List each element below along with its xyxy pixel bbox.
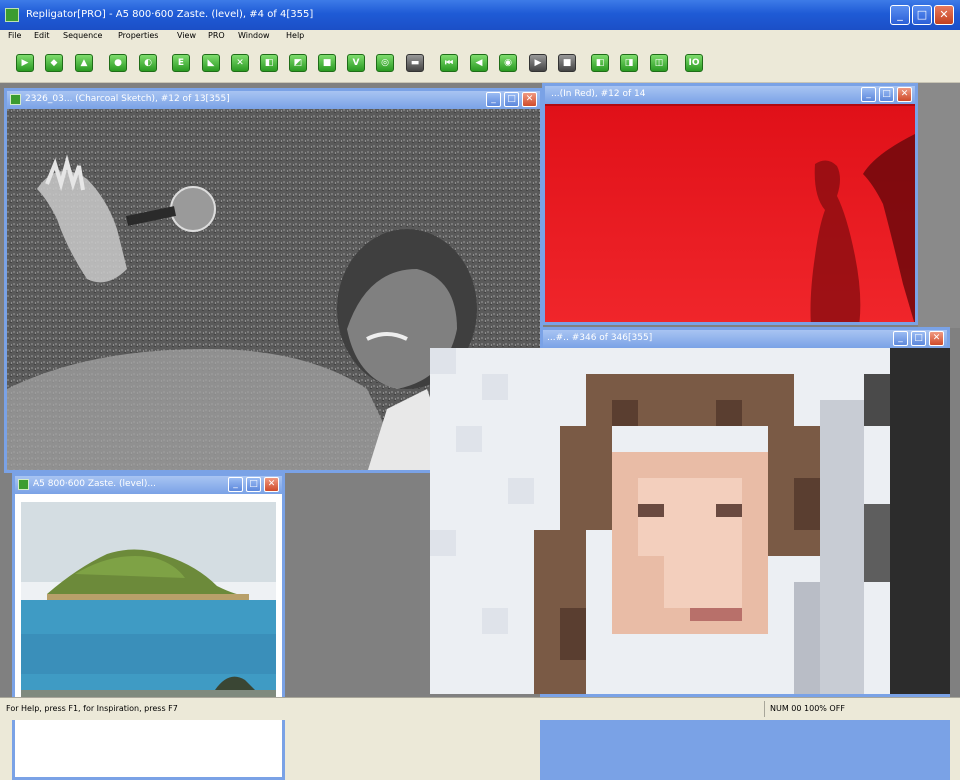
mdi-client-area: ...(In Red), #12 of 14 _ □ ✕ 2326_03... … bbox=[0, 83, 960, 780]
menu-view[interactable]: View bbox=[177, 31, 196, 40]
window-title: A5 800·600 Zaste. (level)... bbox=[33, 479, 156, 489]
toolbar-button[interactable]: ◨ bbox=[620, 54, 638, 72]
window-close-button[interactable]: ✕ bbox=[264, 477, 279, 492]
toolbar-button[interactable]: ▲ bbox=[75, 54, 93, 72]
menu-file[interactable]: File bbox=[8, 31, 21, 40]
pixel-portrait-canvas[interactable] bbox=[430, 348, 950, 694]
window-icon bbox=[10, 94, 21, 105]
menu-help[interactable]: Help bbox=[286, 31, 304, 40]
window-minimize-button[interactable]: _ bbox=[228, 477, 243, 492]
toolbar-button[interactable]: ◧ bbox=[591, 54, 609, 72]
toolbar-button[interactable]: ■ bbox=[318, 54, 336, 72]
toolbar-button[interactable]: ◧ bbox=[260, 54, 278, 72]
window-minimize-button[interactable]: _ bbox=[486, 92, 501, 107]
red-filter-window[interactable]: ...(In Red), #12 of 14 _ □ ✕ bbox=[542, 83, 918, 325]
mdi-background bbox=[918, 83, 960, 328]
menu-window[interactable]: Window bbox=[238, 31, 270, 40]
red-silhouette-image bbox=[545, 104, 915, 322]
window-maximize-button[interactable]: □ bbox=[879, 87, 894, 102]
island-window[interactable]: A5 800·600 Zaste. (level)... _ □ ✕ bbox=[12, 473, 285, 780]
window-close-button[interactable]: ✕ bbox=[897, 87, 912, 102]
window-titlebar[interactable]: ...(In Red), #12 of 14 _ □ ✕ bbox=[545, 86, 915, 104]
toolbar-button[interactable]: ● bbox=[109, 54, 127, 72]
menu-pro[interactable]: PRO bbox=[208, 31, 225, 40]
toolbar-button[interactable]: ◫ bbox=[650, 54, 668, 72]
status-bar: For Help, press F1, for Inspiration, pre… bbox=[0, 697, 960, 720]
red-image-canvas[interactable] bbox=[545, 104, 915, 322]
toolbar: ▶ ◆ ▲ ● ◐ E ◣ ✕ ◧ ◩ ■ V ◎ ▬ ⏮ ◀ ◉ ▶ ■ ◧ … bbox=[0, 44, 960, 83]
app-titlebar: Repligator[PRO] - A5 800·600 Zaste. (lev… bbox=[0, 0, 960, 30]
window-close-button[interactable]: ✕ bbox=[929, 331, 944, 346]
app-title: Repligator[PRO] - A5 800·600 Zaste. (lev… bbox=[26, 9, 314, 20]
status-help-text: For Help, press F1, for Inspiration, pre… bbox=[6, 704, 178, 713]
window-close-button[interactable]: ✕ bbox=[522, 92, 537, 107]
toolbar-button[interactable]: ✕ bbox=[231, 54, 249, 72]
minimize-button[interactable]: _ bbox=[890, 5, 910, 25]
toolbar-button[interactable]: ⏮ bbox=[440, 54, 458, 72]
window-icon bbox=[18, 479, 29, 490]
toolbar-button[interactable]: ▬ bbox=[406, 54, 424, 72]
window-minimize-button[interactable]: _ bbox=[893, 331, 908, 346]
window-maximize-button[interactable]: □ bbox=[504, 92, 519, 107]
toolbar-button[interactable]: ◐ bbox=[139, 54, 157, 72]
toolbar-button[interactable]: ◎ bbox=[376, 54, 394, 72]
toolbar-button[interactable]: ◉ bbox=[499, 54, 517, 72]
toolbar-button[interactable]: ◀ bbox=[470, 54, 488, 72]
window-titlebar[interactable]: A5 800·600 Zaste. (level)... _ □ ✕ bbox=[15, 476, 282, 494]
status-indicators: NUM 00 100% OFF bbox=[770, 704, 845, 713]
window-minimize-button[interactable]: _ bbox=[861, 87, 876, 102]
close-button[interactable]: ✕ bbox=[934, 5, 954, 25]
toolbar-button[interactable]: E bbox=[172, 54, 190, 72]
toolbar-button[interactable]: ■ bbox=[558, 54, 576, 72]
window-maximize-button[interactable]: □ bbox=[911, 331, 926, 346]
toolbar-button[interactable]: IO bbox=[685, 54, 703, 72]
window-title: 2326_03... (Charcoal Sketch), #12 of 13[… bbox=[25, 94, 230, 104]
status-separator bbox=[764, 701, 765, 717]
maximize-button[interactable]: □ bbox=[912, 5, 932, 25]
toolbar-button[interactable]: ▶ bbox=[16, 54, 34, 72]
app-icon[interactable] bbox=[5, 8, 19, 22]
toolbar-button[interactable]: ◆ bbox=[45, 54, 63, 72]
island-image-canvas[interactable] bbox=[15, 494, 282, 777]
window-title: ...#.. #346 of 346[355] bbox=[547, 333, 653, 343]
island-image bbox=[15, 494, 282, 777]
pixelated-portrait-image bbox=[430, 348, 950, 694]
menu-sequence[interactable]: Sequence bbox=[63, 31, 102, 40]
menu-edit[interactable]: Edit bbox=[34, 31, 50, 40]
toolbar-button[interactable]: ◩ bbox=[289, 54, 307, 72]
toolbar-button[interactable]: ▶ bbox=[529, 54, 547, 72]
window-titlebar[interactable]: ...#.. #346 of 346[355] _ □ ✕ bbox=[543, 330, 947, 348]
menu-bar: File Edit Sequence Properties View PRO W… bbox=[0, 30, 960, 44]
window-title: ...(In Red), #12 of 14 bbox=[551, 89, 646, 99]
window-titlebar[interactable]: 2326_03... (Charcoal Sketch), #12 of 13[… bbox=[7, 91, 540, 109]
toolbar-button[interactable]: ◣ bbox=[202, 54, 220, 72]
menu-properties[interactable]: Properties bbox=[118, 31, 158, 40]
window-maximize-button[interactable]: □ bbox=[246, 477, 261, 492]
toolbar-button[interactable]: V bbox=[347, 54, 365, 72]
